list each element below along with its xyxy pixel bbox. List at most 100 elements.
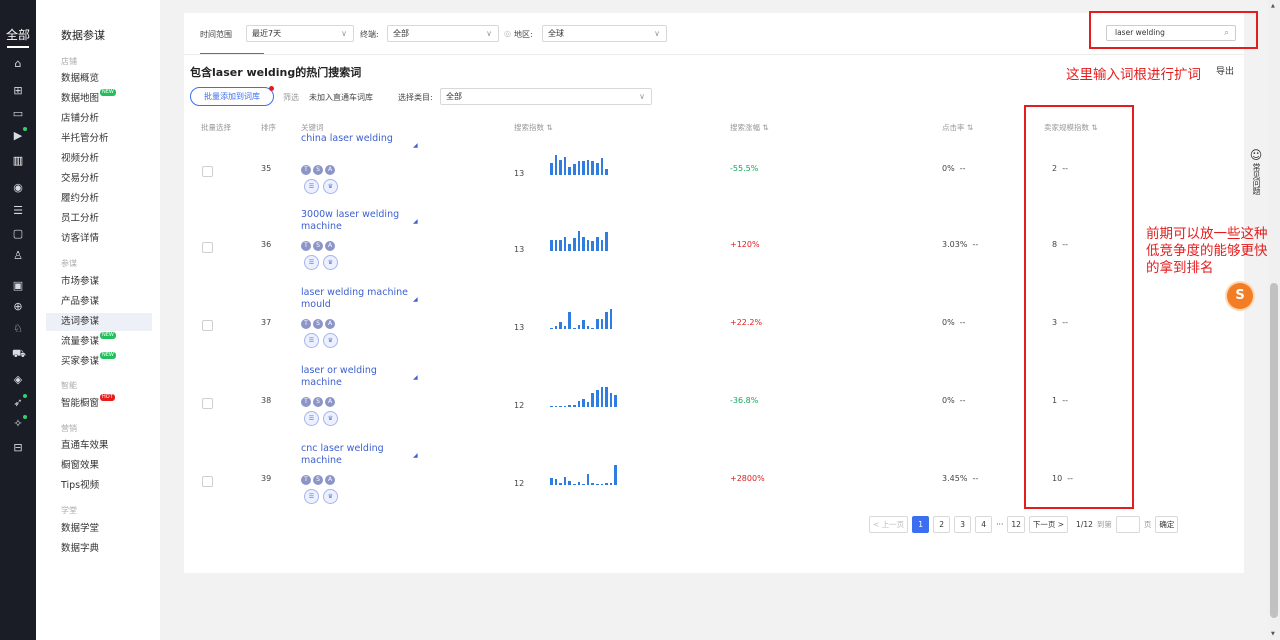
- broadcast-icon[interactable]: ◉: [12, 182, 24, 194]
- page-2-button[interactable]: 2: [933, 516, 951, 533]
- terminal-select[interactable]: 全部 ∨: [387, 25, 499, 42]
- scroll-thumb[interactable]: [1270, 283, 1278, 618]
- page-3-button[interactable]: 3: [954, 516, 972, 533]
- nav-item-keyword-research[interactable]: 选词参谋: [46, 313, 152, 331]
- expand-triangle-icon[interactable]: ◢: [413, 452, 418, 459]
- home-icon[interactable]: ⌂: [12, 58, 24, 70]
- video-icon[interactable]: ▶: [12, 127, 27, 142]
- search-growth-cell: -36.8%: [730, 396, 759, 405]
- nav-item-video-analysis[interactable]: 视频分析: [46, 150, 152, 168]
- keyword-link[interactable]: 3000w laser welding machine: [301, 209, 411, 233]
- category-select[interactable]: 全部 ∨: [440, 88, 652, 105]
- goto-page-input[interactable]: [1115, 516, 1140, 533]
- region-select[interactable]: 全球 ∨: [542, 25, 667, 42]
- shop-icon[interactable]: ⊞: [12, 85, 24, 97]
- data-chart-icon[interactable]: ▥: [12, 155, 24, 167]
- sparkline-bar: [586, 159, 590, 175]
- nav-item-semi-managed[interactable]: 半托管分析: [46, 130, 152, 148]
- list-icon[interactable]: ☰: [304, 411, 319, 426]
- row-checkbox[interactable]: [202, 320, 213, 331]
- nav-item-tips-video[interactable]: Tips视频: [46, 477, 152, 495]
- nav-item-data-dictionary[interactable]: 数据字典: [46, 540, 152, 558]
- keyword-link[interactable]: china laser welding: [301, 133, 411, 145]
- nav-item-trade-analysis[interactable]: 交易分析: [46, 170, 152, 188]
- scroll-up-icon[interactable]: ▲: [1271, 3, 1275, 9]
- row-checkbox[interactable]: [202, 398, 213, 409]
- keyword-action-icons: ☰ ♛: [304, 411, 338, 426]
- trophy-icon[interactable]: ♛: [323, 333, 338, 348]
- prev-page-button[interactable]: < 上一页: [869, 516, 909, 533]
- floating-s-badge[interactable]: S: [1227, 283, 1253, 309]
- nav-item-market[interactable]: 市场参谋: [46, 273, 152, 291]
- nav-item-smart-window[interactable]: 智能橱窗HOT: [46, 394, 152, 413]
- row-checkbox[interactable]: [202, 166, 213, 177]
- list-icon[interactable]: ☰: [304, 179, 319, 194]
- page-12-button[interactable]: 12: [1007, 516, 1025, 533]
- sliders-icon[interactable]: ☰: [12, 205, 24, 217]
- group-icon[interactable]: ♙: [12, 250, 24, 262]
- time-range-select[interactable]: 最近7天 ∨: [246, 25, 354, 42]
- list-icon[interactable]: ☰: [304, 333, 319, 348]
- nav-item-data-map[interactable]: 数据地图NEW: [46, 89, 152, 108]
- expand-triangle-icon[interactable]: ◢: [413, 142, 418, 149]
- nav-item-buyer[interactable]: 买家参谋NEW: [46, 352, 152, 371]
- sparkline-bar: [550, 239, 553, 251]
- trophy-icon[interactable]: ♛: [323, 179, 338, 194]
- filter-not-in-library[interactable]: 未加入直通车词库: [309, 92, 373, 103]
- keyword-link[interactable]: cnc laser welding machine: [301, 443, 411, 467]
- trophy-icon[interactable]: ♛: [323, 489, 338, 504]
- nav-item-window-effect[interactable]: 橱窗效果: [46, 457, 152, 475]
- export-button[interactable]: 导出: [1216, 64, 1234, 77]
- nav-item-shop-analysis[interactable]: 店铺分析: [46, 110, 152, 128]
- faq-widget[interactable]: ☺ 常见问题: [1249, 149, 1263, 230]
- col-search-growth[interactable]: 搜索涨幅 ⇅: [730, 122, 769, 133]
- page-scrollbar[interactable]: ▲ ▼: [1268, 0, 1280, 640]
- seller-scale-cell: 3 --: [1052, 318, 1068, 327]
- new-badge: NEW: [100, 89, 116, 96]
- keyword-link[interactable]: laser or welding machine: [301, 365, 411, 389]
- nav-item-product[interactable]: 产品参谋: [46, 293, 152, 311]
- sparkle-icon[interactable]: ✧: [12, 415, 27, 430]
- row-checkbox[interactable]: [202, 476, 213, 487]
- global-icon[interactable]: ⊕: [12, 301, 24, 313]
- all-apps-tab[interactable]: 全部: [0, 26, 36, 48]
- trophy-icon[interactable]: ♛: [323, 411, 338, 426]
- next-page-button[interactable]: 下一页 >: [1028, 516, 1069, 533]
- page-4-button[interactable]: 4: [975, 516, 993, 533]
- message-icon[interactable]: ▢: [12, 228, 24, 240]
- nav-item-data-school[interactable]: 数据学堂: [46, 520, 152, 538]
- document-icon[interactable]: ▣: [12, 280, 24, 292]
- nav-item-p4p-effect[interactable]: 直通车效果: [46, 437, 152, 455]
- confirm-button[interactable]: 确定: [1155, 516, 1179, 533]
- list-icon[interactable]: ☰: [304, 255, 319, 270]
- col-search-index[interactable]: 搜索指数 ⇅: [514, 122, 553, 133]
- row-checkbox[interactable]: [202, 242, 213, 253]
- nav-item-data-overview[interactable]: 数据概览: [46, 70, 152, 88]
- sparkline-bar: [600, 239, 604, 251]
- sparkline-bar: [596, 390, 599, 407]
- col-ctr[interactable]: 点击率 ⇅: [942, 122, 973, 133]
- store-icon[interactable]: ⊟: [12, 442, 24, 454]
- rocket-icon[interactable]: ➶: [12, 394, 27, 409]
- shield-icon[interactable]: ◈: [12, 374, 24, 386]
- user-icon[interactable]: ♘: [12, 323, 24, 335]
- chevron-down-icon: ∨: [639, 92, 645, 101]
- page-1-button[interactable]: 1: [912, 516, 930, 533]
- calendar-icon[interactable]: ▭: [12, 108, 24, 120]
- list-icon[interactable]: ☰: [304, 489, 319, 504]
- region-label: 地区:: [514, 30, 533, 39]
- sparkline-bar: [554, 406, 558, 407]
- nav-item-traffic[interactable]: 流量参谋NEW: [46, 332, 152, 351]
- nav-item-fulfillment[interactable]: 履约分析: [46, 190, 152, 208]
- nav-item-staff-analysis[interactable]: 员工分析: [46, 210, 152, 228]
- nav-section-shop: 店铺: [61, 57, 77, 66]
- nav-item-visitor-details[interactable]: 访客详情: [46, 230, 152, 248]
- expand-triangle-icon[interactable]: ◢: [413, 296, 418, 303]
- scroll-down-icon[interactable]: ▼: [1271, 631, 1275, 637]
- batch-add-button[interactable]: 批量添加到词库: [190, 86, 274, 106]
- keyword-link[interactable]: laser welding machine mould: [301, 287, 411, 311]
- truck-icon[interactable]: ⛟: [12, 348, 26, 360]
- expand-triangle-icon[interactable]: ◢: [413, 218, 418, 225]
- trophy-icon[interactable]: ♛: [323, 255, 338, 270]
- expand-triangle-icon[interactable]: ◢: [413, 374, 418, 381]
